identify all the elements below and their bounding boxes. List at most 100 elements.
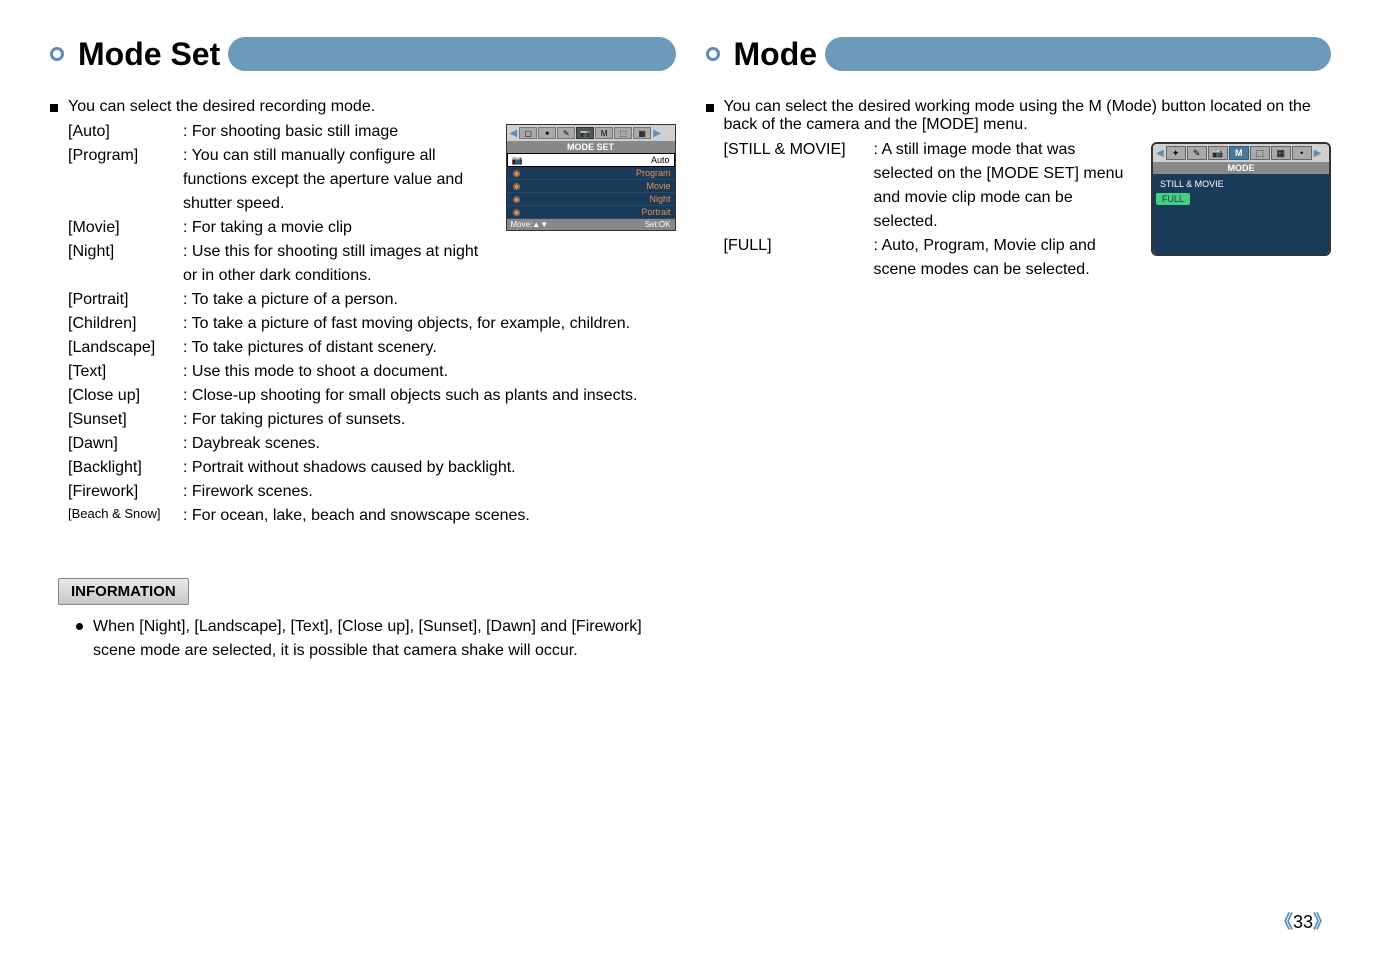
tab-icon: ✎ [557,127,575,139]
mode-row: [Backlight]: Portrait without shadows ca… [68,456,676,480]
mode-label: [Landscape] [68,336,183,360]
option-row: [FULL]: Auto, Program, Movie clip and sc… [724,234,1140,282]
mode-row: [Beach & Snow]: For ocean, lake, beach a… [68,504,676,528]
header-pill-decoration [825,37,1331,71]
mode-label: [Close up] [68,384,183,408]
mode-row: [Text]: Use this mode to shoot a documen… [68,360,676,384]
section-title: Mode [734,36,834,73]
tab-icon: • [1292,146,1312,160]
mode-row: [Movie]: For taking a movie clip [68,216,494,240]
mini-tab-bar: ◀ ▢ ✦ ✎ 📷 M ⬚ ▦ ▶ [507,125,675,141]
intro-line: You can select the desired working mode … [706,98,1332,134]
right-column: Mode You can select the desired working … [706,30,1332,663]
tab-icon: ▢ [519,127,537,139]
mode-label: [Movie] [68,216,183,240]
mini-list-item: ◉ Program [507,167,675,180]
mode-icon: ◉ [511,207,523,217]
left-column: Mode Set You can select the desired reco… [50,30,676,663]
info-header: INFORMATION [58,578,189,605]
mode-row: [Children]: To take a picture of fast mo… [68,312,676,336]
tab-icon: ✦ [538,127,556,139]
option-description: : Auto, Program, Movie clip and scene mo… [874,234,1140,282]
mode-label: [Portrait] [68,288,183,312]
mode-options: [STILL & MOVIE]: A still image mode that… [724,138,1140,282]
mini-list-item: 📷 Auto [507,153,675,167]
mode-row: [Portrait]: To take a picture of a perso… [68,288,676,312]
mode-description: : For taking pictures of sunsets. [183,408,676,432]
mode-screenshot: ◀ ✦ ✎ 📷 M ⬚ ▦ • ▶ MODE STILL & MOVIE FUL… [1151,142,1331,256]
tab-icon: ✎ [1187,146,1207,160]
tab-icon: ▦ [633,127,651,139]
intro-line: You can select the desired recording mod… [50,98,676,116]
mode-row: [Dawn]: Daybreak scenes. [68,432,676,456]
mode-icon: ◉ [511,168,523,178]
mode-row: [Firework]: Firework scenes. [68,480,676,504]
mode-description: : You can still manually configure all f… [183,144,494,216]
mode-set-screenshot: ◀ ▢ ✦ ✎ 📷 M ⬚ ▦ ▶ MODE SET 📷 Auto ◉ Program… [506,124,676,231]
option-label: [FULL] [724,234,874,282]
mini-footer: Move:▲▼ Set:OK [507,219,675,230]
bracket-icon: 》 [1313,912,1331,932]
left-arrow-icon: ◀ [1155,148,1165,159]
bracket-icon: 《 [1275,912,1293,932]
mode-description: : For taking a movie clip [183,216,494,240]
mode-mini-title: MODE [1153,162,1329,174]
mini-mode-list: 📷Auto◉Program◉Movie◉Night◉Portrait [507,153,675,219]
mini-list-item: ◉Movie [507,180,675,193]
tab-icon: ✦ [1166,146,1186,160]
right-arrow-icon: ▶ [1313,148,1323,159]
mode-row: [Program]: You can still manually config… [68,144,494,216]
header-pill-decoration [228,37,675,71]
option-description: : A still image mode that was selected o… [874,138,1140,234]
square-bullet-icon [706,104,714,112]
mode-tab-bar: ◀ ✦ ✎ 📷 M ⬚ ▦ • ▶ [1153,144,1329,162]
info-text: When [Night], [Landscape], [Text], [Clos… [93,615,676,663]
mini-item-label: Portrait [641,207,670,217]
mode-description: : Firework scenes. [183,480,676,504]
intro-text: You can select the desired recording mod… [68,98,375,116]
option-label: [STILL & MOVIE] [724,138,874,234]
tab-icon: ⬚ [1250,146,1270,160]
mini-list-item: ◉ Night [507,193,675,206]
mode-description: : Use this mode to shoot a document. [183,360,676,384]
header-bullet-icon [50,47,64,61]
mini-screen-title: MODE SET [507,141,675,153]
mode-description: : Portrait without shadows caused by bac… [183,456,676,480]
mode-row: [Auto]: For shooting basic still image [68,120,494,144]
mode-row: [Night]: Use this for shooting still ima… [68,240,494,288]
tab-icon: ▦ [1271,146,1291,160]
mini-item-label: Auto [651,155,670,165]
mode-label: [Program] [68,144,183,216]
mode-icon: 📷 [512,155,524,165]
mini-list-item: ◉ Portrait [507,206,675,219]
mini-item-label: Program [636,168,671,178]
mode-description: : Close-up shooting for small objects su… [183,384,676,408]
mode-list: [Auto]: For shooting basic still image[P… [68,120,494,288]
mode-option-full: FULL [1156,193,1190,205]
mode-label: [Firework] [68,480,183,504]
section-title: Mode Set [78,36,236,73]
tab-icon: ⬚ [614,127,632,139]
right-arrow-icon: ▶ [652,128,662,139]
tab-icon: M [595,127,613,139]
mode-description: : Use this for shooting still images at … [183,240,494,288]
mode-label: [Text] [68,360,183,384]
intro-text: You can select the desired working mode … [724,98,1332,134]
mode-icon: ◉ [511,194,523,204]
mode-description: : To take a picture of a person. [183,288,676,312]
mode-label: [Children] [68,312,183,336]
mini-item-label: Night [649,194,670,204]
mode-label: [Dawn] [68,432,183,456]
camera-tab-icon: 📷 [576,127,594,139]
header-bullet-icon [706,47,720,61]
set-hint: Set:OK [645,220,671,229]
page-number: 《33》 [1275,908,1331,934]
option-row: [STILL & MOVIE]: A still image mode that… [724,138,1140,234]
mode-header: Mode [706,30,1332,78]
move-hint: Move:▲▼ [511,220,549,229]
tab-icon: 📷 [1208,146,1228,160]
mode-label: [Beach & Snow] [68,504,183,528]
mode-description: : For shooting basic still image [183,120,494,144]
mode-list-continued: [Portrait]: To take a picture of a perso… [68,288,676,528]
mode-row: [Sunset]: For taking pictures of sunsets… [68,408,676,432]
